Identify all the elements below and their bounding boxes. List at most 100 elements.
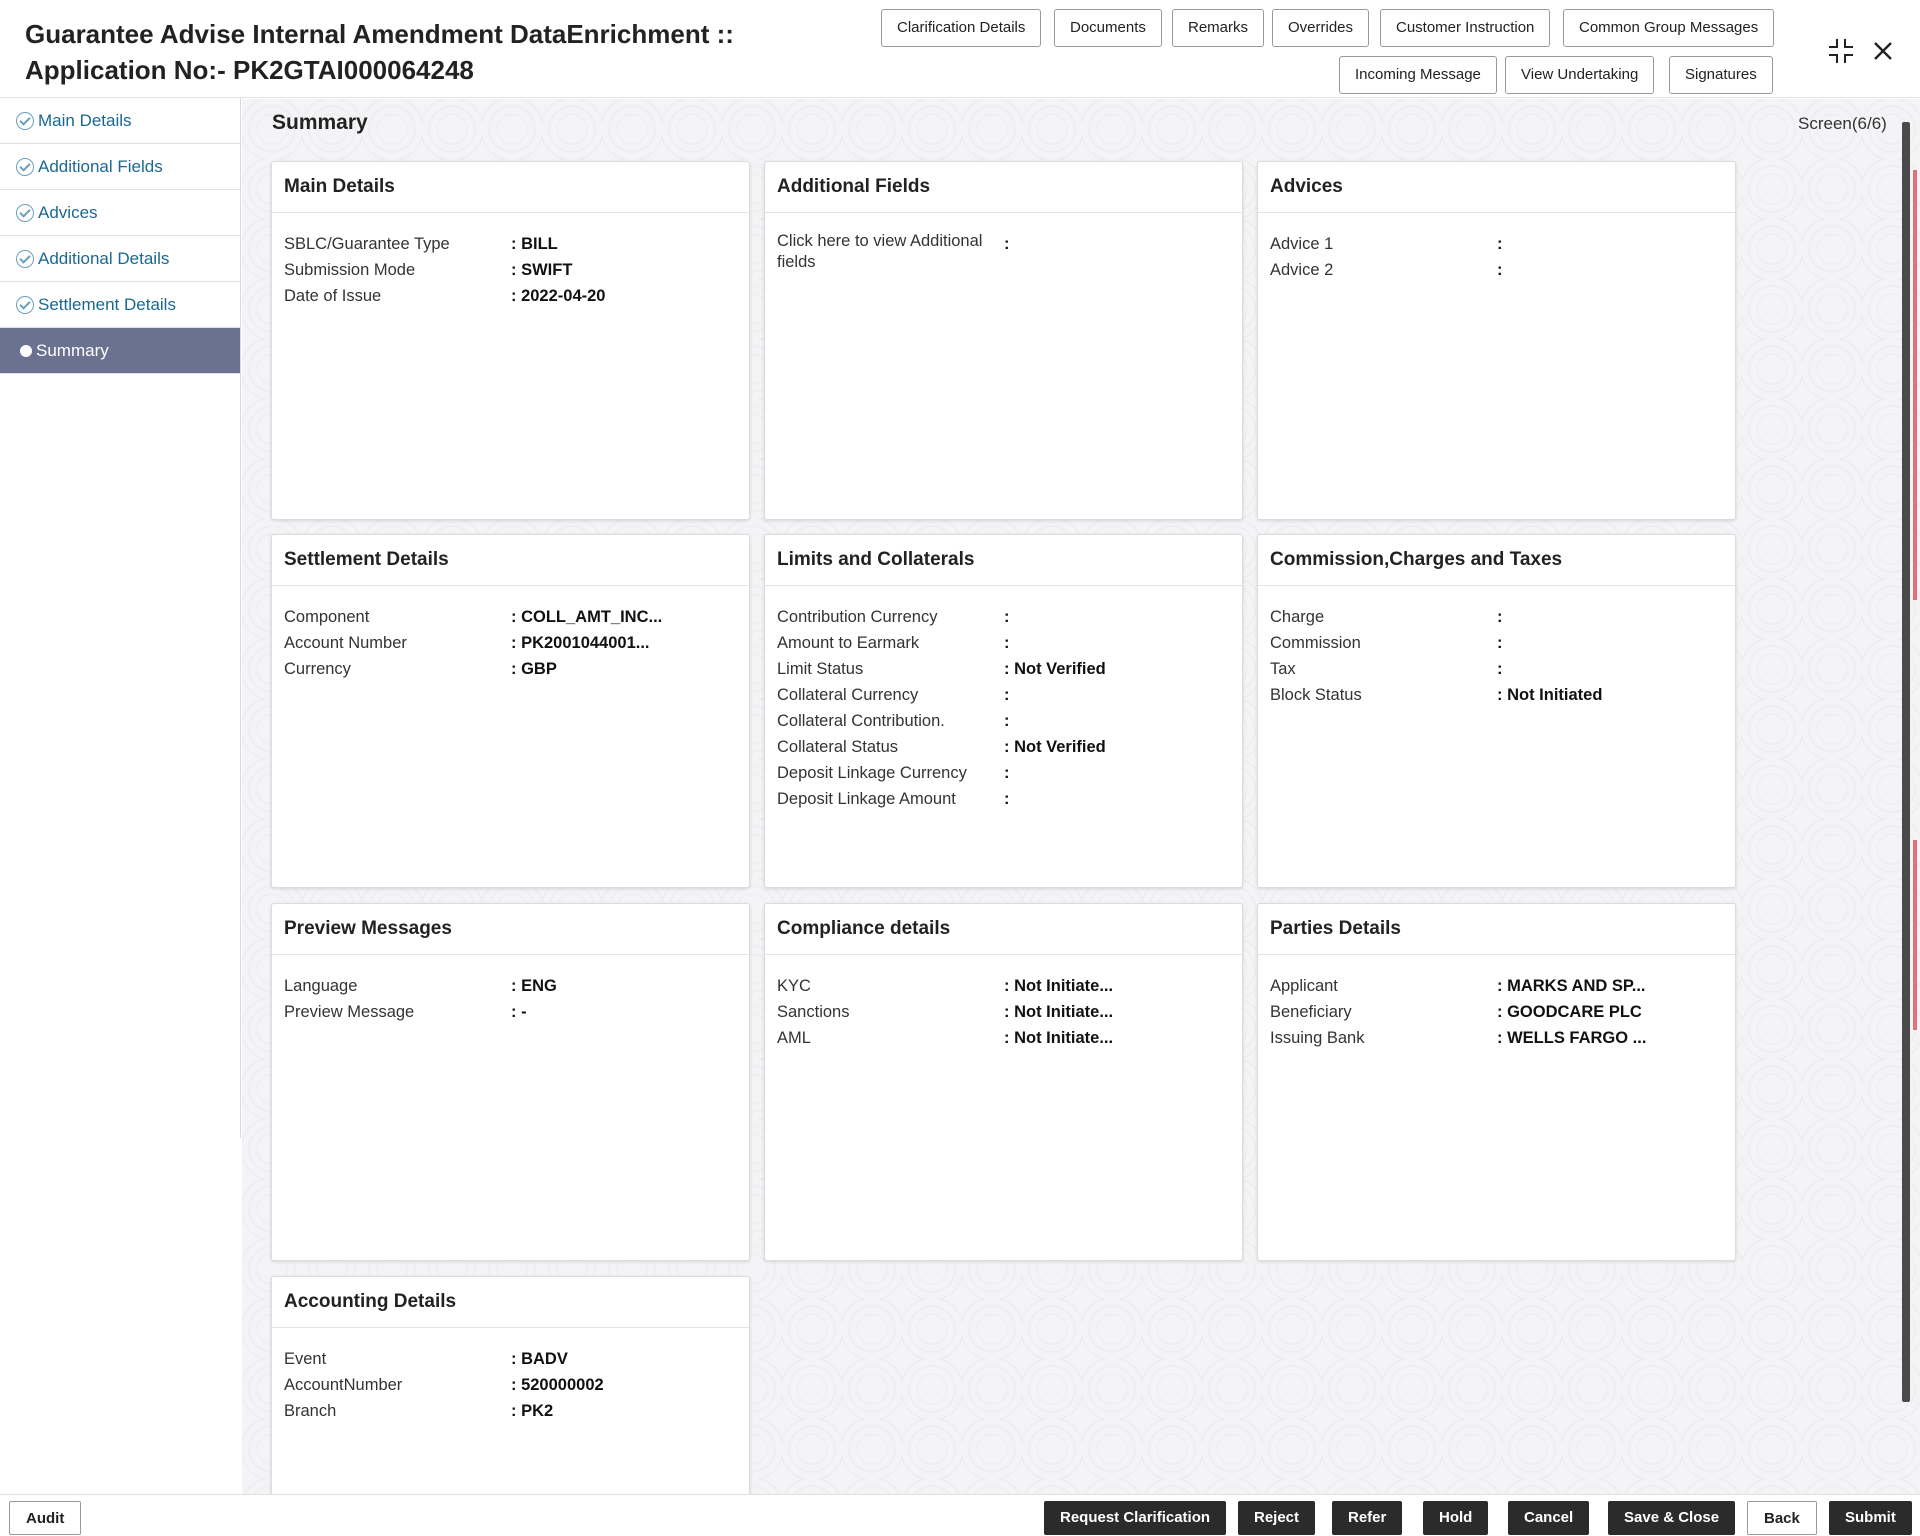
documents-button[interactable]: Documents bbox=[1054, 9, 1162, 47]
field-row: Limit Status: Not Verified bbox=[777, 656, 1230, 682]
field-value: : bbox=[1497, 231, 1723, 257]
view-undertaking-button[interactable]: View Undertaking bbox=[1505, 56, 1654, 94]
field-value: : - bbox=[511, 999, 737, 1025]
sidebar-item-summary[interactable]: Summary bbox=[0, 328, 240, 374]
view-additional-fields-link[interactable]: Click here to view Additional fields bbox=[777, 231, 1004, 273]
field-value: : 520000002 bbox=[511, 1372, 737, 1398]
field-label: Preview Message bbox=[284, 999, 511, 1025]
field-label: KYC bbox=[777, 973, 1004, 999]
field-label: Tax bbox=[1270, 656, 1497, 682]
incoming-message-button[interactable]: Incoming Message bbox=[1339, 56, 1497, 94]
section-title: Summary bbox=[272, 111, 368, 135]
field-label: SBLC/Guarantee Type bbox=[284, 231, 511, 257]
field-row: Submission Mode: SWIFT bbox=[284, 257, 737, 283]
main-content: Summary Screen(6/6) Main Details SBLC/Gu… bbox=[242, 99, 1920, 1494]
vertical-scrollbar[interactable] bbox=[1902, 104, 1912, 1404]
field-value: : bbox=[1497, 257, 1723, 283]
field-label: Deposit Linkage Amount bbox=[777, 786, 1004, 812]
field-value: : GOODCARE PLC bbox=[1497, 999, 1723, 1025]
field-row: Beneficiary: GOODCARE PLC bbox=[1270, 999, 1723, 1025]
sidebar-item-label: Settlement Details bbox=[38, 295, 176, 314]
status-value: : Not Verified bbox=[1004, 734, 1230, 760]
card-additional-fields[interactable]: Additional Fields Click here to view Add… bbox=[764, 161, 1243, 520]
field-label: Applicant bbox=[1270, 973, 1497, 999]
scrollbar-thumb[interactable] bbox=[1902, 122, 1910, 1402]
field-value: : 2022-04-20 bbox=[511, 283, 737, 309]
customer-instruction-button[interactable]: Customer Instruction bbox=[1380, 9, 1550, 47]
field-row: Preview Message: - bbox=[284, 999, 737, 1025]
common-group-messages-button[interactable]: Common Group Messages bbox=[1563, 9, 1774, 47]
field-value: : bbox=[1004, 604, 1230, 630]
field-label: Contribution Currency bbox=[777, 604, 1004, 630]
field-value: : WELLS FARGO ... bbox=[1497, 1025, 1723, 1051]
footer-action-bar: Audit Request Clarification Reject Refer… bbox=[0, 1494, 1920, 1535]
field-value: : bbox=[1497, 656, 1723, 682]
current-step-dot-icon bbox=[20, 345, 32, 357]
card-preview-messages[interactable]: Preview Messages Language: ENG Preview M… bbox=[271, 903, 750, 1261]
field-label: Beneficiary bbox=[1270, 999, 1497, 1025]
overrides-button[interactable]: Overrides bbox=[1272, 9, 1369, 47]
save-and-close-button[interactable]: Save & Close bbox=[1608, 1501, 1735, 1535]
back-button[interactable]: Back bbox=[1747, 1501, 1817, 1535]
request-clarification-button[interactable]: Request Clarification bbox=[1044, 1501, 1226, 1535]
field-value: : GBP bbox=[511, 656, 737, 682]
remarks-button[interactable]: Remarks bbox=[1172, 9, 1264, 47]
field-label: Component bbox=[284, 604, 511, 630]
field-row: Collateral Contribution.: bbox=[777, 708, 1230, 734]
field-value: : bbox=[1497, 630, 1723, 656]
field-row: Date of Issue: 2022-04-20 bbox=[284, 283, 737, 309]
field-label: Collateral Contribution. bbox=[777, 708, 1004, 734]
sidebar-item-additional-details[interactable]: Additional Details bbox=[0, 236, 240, 282]
field-row: Tax: bbox=[1270, 656, 1723, 682]
field-label: Deposit Linkage Currency bbox=[777, 760, 1004, 786]
hold-button[interactable]: Hold bbox=[1423, 1501, 1488, 1535]
cancel-button[interactable]: Cancel bbox=[1508, 1501, 1589, 1535]
field-label: Branch bbox=[284, 1398, 511, 1424]
collapse-arrows-icon[interactable] bbox=[1826, 36, 1856, 66]
field-row[interactable]: Click here to view Additional fields: bbox=[777, 231, 1230, 273]
field-label: AccountNumber bbox=[284, 1372, 511, 1398]
card-limits-and-collaterals[interactable]: Limits and Collaterals Contribution Curr… bbox=[764, 534, 1243, 888]
field-label: Sanctions bbox=[777, 999, 1004, 1025]
card-accounting-details[interactable]: Accounting Details Event: BADV AccountNu… bbox=[271, 1276, 750, 1501]
application-number: Application No:- PK2GTAI000064248 bbox=[25, 52, 865, 88]
sidebar-item-label: Main Details bbox=[38, 111, 132, 130]
field-row: KYC: Not Initiate... bbox=[777, 973, 1230, 999]
signatures-button[interactable]: Signatures bbox=[1669, 56, 1773, 94]
field-value: : PK2001044001... bbox=[511, 630, 737, 656]
field-label: Language bbox=[284, 973, 511, 999]
sidebar-item-label: Additional Fields bbox=[38, 157, 163, 176]
close-icon[interactable] bbox=[1868, 36, 1898, 66]
field-row: Block Status: Not Initiated bbox=[1270, 682, 1723, 708]
sidebar-item-settlement-details[interactable]: Settlement Details bbox=[0, 282, 240, 328]
field-row: Advice 1: bbox=[1270, 231, 1723, 257]
audit-button[interactable]: Audit bbox=[9, 1501, 81, 1535]
field-row: Commission: bbox=[1270, 630, 1723, 656]
field-label: Event bbox=[284, 1346, 511, 1372]
submit-button[interactable]: Submit bbox=[1829, 1501, 1912, 1535]
field-label: Advice 2 bbox=[1270, 257, 1497, 283]
status-value: : Not Verified bbox=[1004, 656, 1230, 682]
card-settlement-details[interactable]: Settlement Details Component: COLL_AMT_I… bbox=[271, 534, 750, 888]
card-parties-details[interactable]: Parties Details Applicant: MARKS AND SP.… bbox=[1257, 903, 1736, 1261]
sidebar-item-advices[interactable]: Advices bbox=[0, 190, 240, 236]
card-title: Advices bbox=[1258, 162, 1735, 213]
clarification-details-button[interactable]: Clarification Details bbox=[881, 9, 1041, 47]
status-value: : Not Initiate... bbox=[1004, 1025, 1230, 1051]
card-commission-charges-taxes[interactable]: Commission,Charges and Taxes Charge: Com… bbox=[1257, 534, 1736, 888]
field-row: Sanctions: Not Initiate... bbox=[777, 999, 1230, 1025]
card-compliance-details[interactable]: Compliance details KYC: Not Initiate... … bbox=[764, 903, 1243, 1261]
refer-button[interactable]: Refer bbox=[1332, 1501, 1402, 1535]
status-value: : Not Initiated bbox=[1497, 682, 1723, 708]
field-label: Account Number bbox=[284, 630, 511, 656]
field-label: Commission bbox=[1270, 630, 1497, 656]
card-advices[interactable]: Advices Advice 1: Advice 2: bbox=[1257, 161, 1736, 520]
card-main-details[interactable]: Main Details SBLC/Guarantee Type: BILL S… bbox=[271, 161, 750, 520]
sidebar-item-main-details[interactable]: Main Details bbox=[0, 98, 240, 144]
field-value: : bbox=[1497, 604, 1723, 630]
card-title: Settlement Details bbox=[272, 535, 749, 586]
sidebar-item-additional-fields[interactable]: Additional Fields bbox=[0, 144, 240, 190]
field-row: AccountNumber: 520000002 bbox=[284, 1372, 737, 1398]
reject-button[interactable]: Reject bbox=[1238, 1501, 1315, 1535]
status-value: : Not Initiate... bbox=[1004, 973, 1230, 999]
